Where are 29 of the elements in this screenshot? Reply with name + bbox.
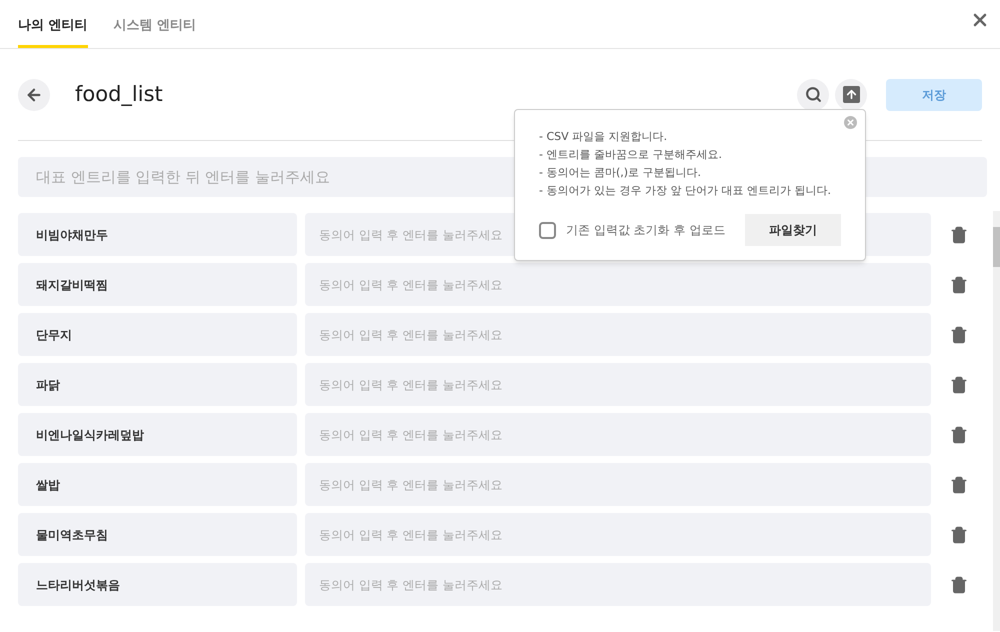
upload-note: - CSV 파일을 지원합니다. bbox=[539, 129, 668, 145]
back-button[interactable] bbox=[18, 78, 50, 110]
entry-name: 돼지갈비떡찜 bbox=[36, 276, 108, 294]
synonym-input-field[interactable]: 동의어 입력 후 엔터를 눌러주세요 bbox=[305, 313, 931, 356]
tab[interactable]: 시스템 엔티티 bbox=[114, 16, 196, 48]
entry-name: 느타리버섯볶음 bbox=[36, 576, 120, 594]
entry-name: 비엔나일식카레덮밥 bbox=[36, 426, 144, 444]
synonym-input-field[interactable]: 동의어 입력 후 엔터를 눌러주세요 bbox=[305, 263, 931, 306]
reset-checkbox[interactable]: 기존 입력값 초기화 후 업로드 bbox=[539, 221, 726, 239]
synonym-input-field[interactable]: 동의어 입력 후 엔터를 눌러주세요 bbox=[305, 363, 931, 406]
entry-name: 쌀밥 bbox=[36, 476, 60, 494]
synonym-input-field[interactable]: 동의어 입력 후 엔터를 눌러주세요 bbox=[305, 413, 931, 456]
entry-name: 비빔야채만두 bbox=[36, 226, 108, 244]
entry-name: 단무지 bbox=[36, 326, 72, 344]
search-button[interactable] bbox=[797, 78, 829, 110]
upload-note: - 동의어는 콤마(,)로 구분됩니다. bbox=[539, 165, 702, 181]
search-icon bbox=[804, 86, 822, 103]
synonym-input-field[interactable]: 동의어 입력 후 엔터를 눌러주세요 bbox=[305, 513, 931, 556]
upload-icon bbox=[842, 86, 860, 103]
browse-file-button[interactable]: 파일찾기 bbox=[745, 214, 841, 246]
entry-name: 물미역초무침 bbox=[36, 526, 108, 544]
synonym-input-field[interactable]: 동의어 입력 후 엔터를 눌러주세요 bbox=[305, 463, 931, 506]
synonym-input-field[interactable]: 동의어 입력 후 엔터를 눌러주세요 bbox=[305, 563, 931, 606]
upload-button[interactable] bbox=[835, 78, 867, 110]
upload-note: - 동의어가 있는 경우 가장 앞 단어가 대표 엔트리가 됩니다. bbox=[539, 183, 832, 199]
entry-name: 파닭 bbox=[36, 376, 60, 394]
scrollbar[interactable] bbox=[993, 211, 1000, 631]
tab[interactable]: 나의 엔티티 bbox=[18, 16, 88, 48]
entity-title: food_list bbox=[75, 80, 163, 108]
